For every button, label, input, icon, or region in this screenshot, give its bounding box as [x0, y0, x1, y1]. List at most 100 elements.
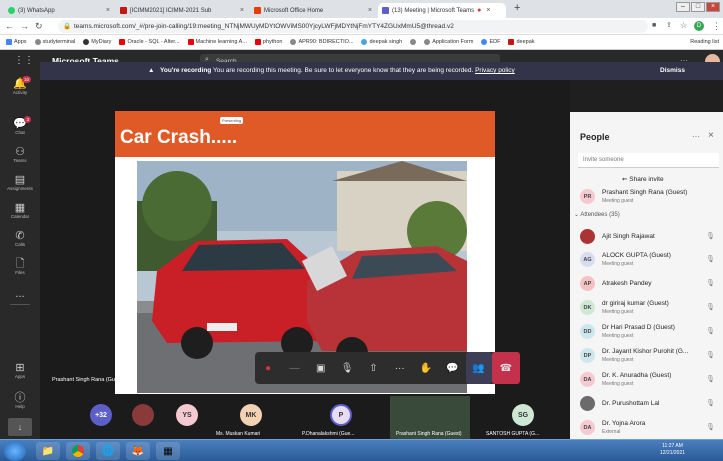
participant-avatar-p[interactable]: P: [330, 404, 352, 426]
bookmark-deepak[interactable]: deepak: [508, 39, 535, 45]
close-window-button[interactable]: ×: [706, 2, 720, 12]
close-icon[interactable]: ×: [486, 7, 490, 14]
globe-icon: [410, 39, 417, 45]
organizer-row[interactable]: PR Prashant Singh Rana (Guest) Meeting g…: [570, 186, 723, 208]
raise-hand-button[interactable]: ✋: [413, 352, 439, 384]
gmail-icon: [508, 39, 515, 45]
recording-dot-icon: ●: [477, 7, 482, 14]
attendees-header[interactable]: ⌄ Attendees (35): [574, 211, 620, 218]
attendee-row[interactable]: DK dr giriraj kumar (Guest) Meeting gues…: [570, 297, 723, 319]
camera-icon[interactable]: ■: [652, 21, 656, 31]
start-button[interactable]: [4, 441, 26, 461]
rail-item-calls[interactable]: ✆ Calls: [0, 230, 40, 247]
camera-off-button[interactable]: ▣: [308, 352, 334, 384]
chrome-icon[interactable]: [66, 442, 90, 460]
mic-off-icon: 🎙: [340, 362, 354, 374]
reading-list[interactable]: Reading list: [690, 39, 723, 45]
more-options-icon[interactable]: ···: [692, 132, 700, 141]
attendee-row[interactable]: DP Dr. Jayant Kishor Purohit (G... Meeti…: [570, 345, 723, 367]
slide-mini-label: Presenting: [220, 117, 244, 124]
rail-item-calendar[interactable]: ▦ Calendar: [0, 202, 40, 219]
attendee-row[interactable]: Ajit Singh Rajawat 🎙: [570, 226, 723, 248]
bookmark-deepak-singh[interactable]: deepak singh: [361, 39, 402, 45]
participant-photo-avatar: [580, 396, 595, 411]
invite-input[interactable]: Invite someone: [578, 153, 719, 168]
browser-tab-teams[interactable]: (13) Meeting | Microsoft Teams ● ×: [378, 3, 506, 18]
close-icon[interactable]: ×: [240, 7, 244, 14]
rail-item-more[interactable]: ...: [0, 288, 40, 300]
bookmark-label: Apps: [14, 39, 27, 45]
attendee-row[interactable]: AP Atrakesh Pandey 🎙: [570, 273, 723, 295]
rail-item-assignments[interactable]: ▤ Assignments: [0, 174, 40, 191]
bookmark-globe[interactable]: [410, 39, 417, 45]
rail-item-teams[interactable]: ⚇ Teams: [0, 146, 40, 163]
new-tab-button[interactable]: +: [514, 2, 520, 14]
tab-label: Microsoft Office Home: [264, 7, 324, 14]
rail-item-files[interactable]: 🗋 Files: [0, 258, 40, 275]
dismiss-button[interactable]: Dismiss: [660, 62, 685, 80]
attendee-row[interactable]: DA Dr. K. Anuradha (Guest) Meeting guest…: [570, 369, 723, 391]
attendee-row[interactable]: AG ALOCK GUPTA (Guest) Meeting guest 🎙: [570, 249, 723, 271]
back-icon[interactable]: ←: [5, 21, 14, 31]
participant-name: SANTOSH GUPTA (G...: [486, 431, 540, 437]
overflow-participants-count[interactable]: +32: [90, 404, 112, 426]
participant-avatar-mk[interactable]: MK: [240, 404, 262, 426]
mic-off-icon: 🎙: [706, 328, 715, 335]
bookmark-apps[interactable]: Apps: [6, 39, 27, 45]
hang-up-icon: ☎: [499, 362, 513, 374]
bookmark-application-form[interactable]: Application Form: [424, 39, 473, 45]
participant-avatar-ys[interactable]: YS: [176, 404, 198, 426]
reload-icon[interactable]: ↻: [35, 21, 43, 31]
download-app-icon[interactable]: ↓: [8, 418, 32, 436]
excel-icon[interactable]: ▦: [156, 442, 180, 460]
leave-call-button[interactable]: ☎: [491, 352, 520, 384]
attendee-row[interactable]: Dr. Purushottam Lal 🎙: [570, 393, 723, 415]
more-actions-button[interactable]: ···: [387, 352, 413, 384]
profile-avatar[interactable]: D: [694, 21, 704, 31]
bookmark-apr90[interactable]: APR90: BDIRECTIO...: [290, 39, 353, 45]
attendee-row[interactable]: DA Dr. Yojna Arora External 🎙: [570, 417, 723, 439]
explorer-icon[interactable]: 📁: [36, 442, 60, 460]
system-clock[interactable]: 11:27 AM 12/21/2021: [660, 443, 685, 457]
participant-video-tile[interactable]: Prashant Singh Rana (Guest): [390, 396, 470, 439]
rail-item-apps[interactable]: ⊞ Apps: [0, 362, 40, 379]
people-panel: People ··· × Invite someone ⇜ Share invi…: [570, 112, 723, 439]
privacy-policy-link[interactable]: Privacy policy: [475, 67, 515, 74]
browser-tab-whatsapp[interactable]: (3) WhatsApp ×: [4, 3, 114, 18]
bookmark-mydiary[interactable]: MyDiary: [83, 39, 111, 45]
participants-button[interactable]: 👥: [465, 352, 492, 384]
ie-icon[interactable]: 🌐: [96, 442, 120, 460]
share-icon[interactable]: ⇪: [666, 21, 672, 31]
share-invite-button[interactable]: ⇜ Share invite: [622, 175, 664, 183]
bookmark-ml[interactable]: Machine learning A...: [187, 39, 247, 45]
bookmark-oracle[interactable]: Oracle - SQL - Alter...: [119, 39, 180, 45]
participant-name: Ms. Muskan Kumari: [216, 431, 261, 437]
rail-item-help[interactable]: ⓘ Help: [0, 392, 40, 409]
bookmark-phython[interactable]: phython: [254, 39, 282, 45]
help-icon: ⓘ: [14, 392, 26, 404]
maximize-button[interactable]: □: [691, 2, 705, 12]
browser-tab-office[interactable]: Microsoft Office Home ×: [250, 3, 376, 18]
chat-button[interactable]: 💬: [439, 352, 465, 384]
mic-off-button[interactable]: 🎙: [334, 352, 360, 384]
url-input[interactable]: 🔒 teams.microsoft.com/_#/pre-join-callin…: [58, 20, 648, 33]
attendee-row[interactable]: DD Dr Hari Prasad D (Guest) Meeting gues…: [570, 321, 723, 343]
participant-name: ALOCK GUPTA (Guest): [602, 252, 671, 259]
participant-photo-avatar[interactable]: [132, 404, 154, 426]
close-icon[interactable]: ×: [708, 130, 714, 141]
bookmark-studyterminal[interactable]: studyterminal: [34, 39, 75, 45]
close-icon[interactable]: ×: [106, 7, 110, 14]
browser-tab-icimm[interactable]: [ICIMM2021] ICIMM-2021 Sub ×: [116, 3, 248, 18]
menu-icon[interactable]: ⋮: [712, 21, 721, 31]
forward-icon[interactable]: →: [20, 21, 29, 31]
close-icon[interactable]: ×: [368, 7, 372, 14]
bookmark-edf[interactable]: EDF: [481, 39, 500, 45]
rail-item-activity[interactable]: 🔔 Activity 10: [0, 76, 40, 95]
rail-item-chat[interactable]: 💬 Chat 3: [0, 116, 40, 135]
firefox-icon[interactable]: 🦊: [126, 442, 150, 460]
minimize-button[interactable]: –: [676, 2, 690, 12]
star-icon[interactable]: ☆: [680, 21, 687, 31]
participant-avatar-sg[interactable]: SG: [512, 404, 534, 426]
app-launcher-icon[interactable]: ⋮⋮: [14, 55, 34, 66]
share-content-button[interactable]: ⇧: [360, 352, 386, 384]
